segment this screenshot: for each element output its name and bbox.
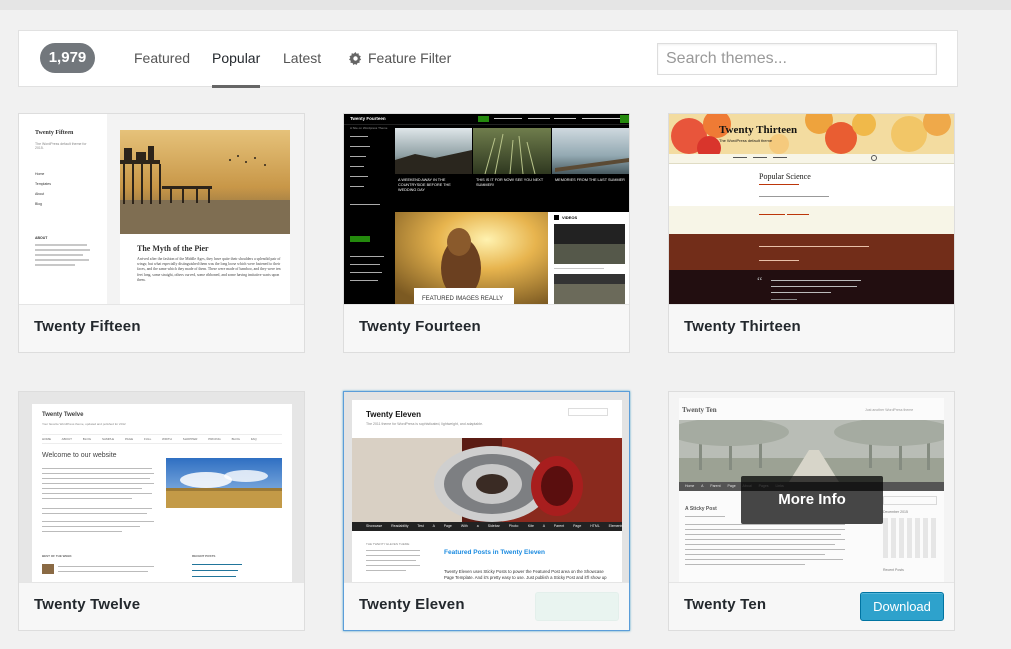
theme-card-footer: Twenty Thirteen [669, 304, 954, 352]
tab-popular[interactable]: Popular [212, 49, 261, 88]
theme-card-footer: Twenty Twelve [19, 582, 304, 630]
theme-card-twenty-fourteen[interactable]: Twenty Fourteen A Site on Wordpress Them… [343, 113, 630, 353]
theme-card-footer: Twenty Ten Download [669, 582, 954, 630]
top-strip [0, 0, 1011, 10]
preview-site-title: Twenty Thirteen [719, 124, 798, 136]
theme-name: Twenty Thirteen [684, 318, 801, 335]
post-body: The Myth of the Pier Arrived after the f… [120, 234, 290, 304]
theme-screenshot: Twenty Thirteen The WordPress default th… [669, 114, 954, 304]
gear-icon [349, 52, 362, 65]
theme-screenshot: Twenty Twelve Your favorite WordPress th… [19, 392, 304, 582]
post-title: A Sticky Post [685, 506, 717, 512]
preview-site-title: Twenty Twelve [42, 412, 84, 418]
theme-filter-bar: 1,979 Featured Popular Latest Feature Fi… [18, 30, 958, 88]
theme-name: Twenty Fifteen [34, 318, 141, 335]
theme-count-badge: 1,979 [40, 43, 95, 73]
header-image [352, 438, 622, 522]
theme-screenshot: Twenty Eleven The 2011 theme for WordPre… [344, 392, 629, 582]
preview-nav: Showcase Readability Test A Page With a … [352, 522, 623, 531]
post-excerpt: Twenty Eleven uses Sticky Posts to power… [444, 569, 607, 580]
post-title: Popular Science [759, 172, 811, 181]
download-button-faded[interactable] [535, 592, 619, 621]
featured-heading: Featured Posts in Twenty Eleven [444, 549, 546, 556]
preview-nav: Home Templates About Blog [35, 172, 51, 206]
theme-screenshot: Twenty Fifteen The WordPress default the… [19, 114, 304, 304]
tree-lined-path-photo [679, 420, 944, 482]
theme-card-twenty-ten[interactable]: Twenty Ten Just another WordPress theme … [668, 391, 955, 631]
download-button[interactable]: Download [860, 592, 944, 621]
preview-sidebar: Twenty Fifteen The WordPress default the… [19, 114, 107, 304]
theme-name: Twenty Eleven [359, 596, 465, 613]
post-excerpt: Arrived after the fashion of the Middle … [137, 257, 281, 282]
theme-card-twenty-fifteen[interactable]: Twenty Fifteen The WordPress default the… [18, 113, 305, 353]
theme-screenshot: Twenty Ten Just another WordPress theme … [669, 392, 954, 582]
theme-card-footer: Twenty Eleven [344, 582, 629, 630]
search-themes-input[interactable] [657, 43, 937, 75]
tab-latest[interactable]: Latest [283, 49, 321, 67]
featured-caption-box: FEATURED IMAGES REALLY [414, 288, 514, 304]
theme-card-twenty-thirteen[interactable]: Twenty Thirteen The WordPress default th… [668, 113, 955, 353]
theme-card-footer: Twenty Fourteen [344, 304, 629, 352]
post-title: The Myth of the Pier [137, 244, 209, 253]
featured-grid [395, 128, 629, 212]
preview-page: Twenty Eleven The 2011 theme for WordPre… [352, 400, 623, 582]
theme-card-twenty-eleven[interactable]: Twenty Eleven The 2011 theme for WordPre… [343, 391, 630, 631]
preview-site-title: Twenty Fifteen [35, 130, 74, 136]
preview-page: Twenty Twelve Your favorite WordPress th… [32, 404, 292, 582]
theme-card-twenty-twelve[interactable]: Twenty Twelve Your favorite WordPress th… [18, 391, 305, 631]
wheat-field-photo [166, 458, 282, 508]
feature-filter-label: Feature Filter [368, 50, 452, 66]
feature-filter-button[interactable]: Feature Filter [349, 49, 451, 67]
theme-name: Twenty Ten [684, 596, 767, 613]
videos-column: VIDEOS [548, 212, 629, 304]
preview-tagline: The WordPress default theme for 2015. [35, 142, 87, 150]
more-info-overlay[interactable]: More Info [741, 476, 883, 524]
preview-header: Twenty Fourteen [344, 114, 629, 125]
theme-screenshot: Twenty Fourteen A Site on Wordpress Them… [344, 114, 629, 304]
preview-site-title: Twenty Ten [682, 406, 717, 414]
preview-site-title: Twenty Eleven [366, 410, 421, 419]
welcome-heading: Welcome to our website [42, 452, 117, 459]
theme-name: Twenty Fourteen [359, 318, 481, 335]
preview-nav: HOME ABOUT BLOG SAMPLE PAGE FULL WIDTH S… [42, 434, 282, 444]
pier-photo [120, 130, 290, 234]
preview-header-art [669, 114, 954, 154]
preview-about: ABOUT [35, 236, 48, 240]
tab-featured[interactable]: Featured [134, 49, 190, 67]
theme-name: Twenty Twelve [34, 596, 141, 613]
theme-card-footer: Twenty Fifteen [19, 304, 304, 352]
